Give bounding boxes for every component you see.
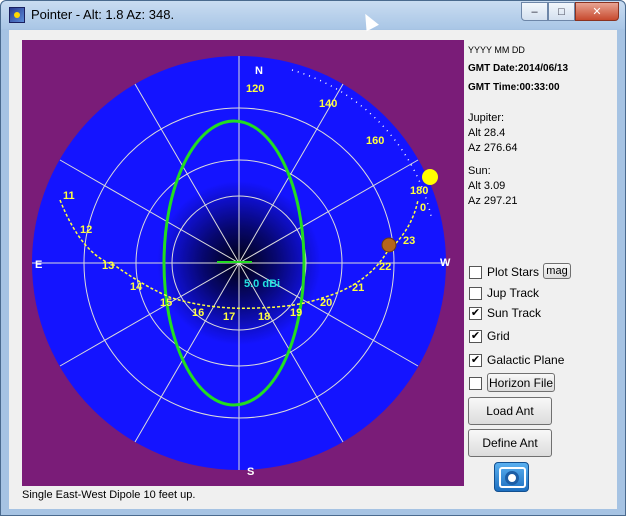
galactic-plane-checkbox[interactable]: ✔ Galactic Plane xyxy=(469,353,564,367)
horizon-file-checkbox[interactable] xyxy=(469,377,487,390)
jup-track-label: Jup Track xyxy=(487,286,540,300)
sun-track-check-icon[interactable]: ✔ xyxy=(469,306,482,320)
define-ant-button[interactable]: Define Ant xyxy=(468,429,552,457)
hour-label-16: 16 xyxy=(192,307,204,319)
sun-marker xyxy=(422,169,438,185)
jupiter-alt: Alt 28.4 xyxy=(468,127,506,139)
azimuth-label-140: 140 xyxy=(319,98,337,110)
azimuth-label-120: 120 xyxy=(246,83,264,95)
horizon-file-button[interactable]: Horizon File xyxy=(487,373,555,392)
grid-label: Grid xyxy=(487,329,510,343)
direction-west: W xyxy=(440,257,451,269)
sun-az: Az 297.21 xyxy=(468,195,518,207)
horizon-file-box[interactable] xyxy=(469,377,482,390)
direction-north: N xyxy=(255,65,263,77)
hour-label-18: 18 xyxy=(258,311,270,323)
grid-checkbox[interactable]: ✔ Grid xyxy=(469,329,510,343)
plot-stars-label: Plot Stars xyxy=(487,265,540,279)
hour-label-13: 13 xyxy=(102,260,114,272)
plot-stars-checkbox[interactable]: Plot Stars xyxy=(469,265,539,279)
jup-track-checkbox[interactable]: Jup Track xyxy=(469,286,539,300)
hour-label-17: 17 xyxy=(223,311,235,323)
app-window: Pointer - Alt: 1.8 Az: 348. – □ ✕ N S E … xyxy=(0,0,626,516)
gain-readout: 5.0 dBi xyxy=(244,278,280,290)
hour-label-22: 22 xyxy=(379,261,391,273)
sun-label: Sun: xyxy=(468,165,491,177)
jupiter-label: Jupiter: xyxy=(468,112,505,124)
azimuth-label-180: 180 xyxy=(410,185,428,197)
sun-track-checkbox[interactable]: ✔ Sun Track xyxy=(469,306,541,320)
galactic-plane-label: Galactic Plane xyxy=(487,353,565,367)
close-button[interactable]: ✕ xyxy=(575,2,619,21)
maximize-button[interactable]: □ xyxy=(548,2,575,21)
camera-icon[interactable] xyxy=(494,462,529,492)
hour-label-15: 15 xyxy=(160,297,172,309)
hour-label-11: 11 xyxy=(63,190,75,202)
client-area: N S E W 120 140 160 180 0 11 12 13 14 15… xyxy=(9,30,617,509)
azimuth-label-0: 0 xyxy=(420,202,426,214)
load-ant-button[interactable]: Load Ant xyxy=(468,397,552,425)
sun-alt: Alt 3.09 xyxy=(468,180,506,192)
plot-stars-box[interactable] xyxy=(469,265,482,279)
azimuth-label-160: 160 xyxy=(366,135,384,147)
sun-track-label: Sun Track xyxy=(487,306,542,320)
jupiter-az: Az 276.64 xyxy=(468,142,518,154)
hour-label-12: 12 xyxy=(80,224,92,236)
window-title: Pointer - Alt: 1.8 Az: 348. xyxy=(31,7,175,22)
jupiter-marker xyxy=(381,237,397,253)
date-format-label: YYYY MM DD xyxy=(468,45,525,55)
gmt-date: GMT Date:2014/06/13 xyxy=(468,63,569,74)
hour-label-19: 19 xyxy=(290,307,302,319)
grid-check-icon[interactable]: ✔ xyxy=(469,329,482,343)
direction-east: E xyxy=(35,259,42,271)
sky-plot[interactable]: N S E W 120 140 160 180 0 11 12 13 14 15… xyxy=(22,40,464,486)
app-icon xyxy=(9,7,25,23)
hour-label-21: 21 xyxy=(352,282,364,294)
galactic-plane-check-icon[interactable]: ✔ xyxy=(469,353,482,367)
gmt-time: GMT Time:00:33:00 xyxy=(468,82,560,93)
jup-track-box[interactable] xyxy=(469,286,482,300)
direction-south: S xyxy=(247,466,254,478)
hour-label-23: 23 xyxy=(403,235,415,247)
status-text: Single East-West Dipole 10 feet up. xyxy=(22,489,196,501)
hour-label-20: 20 xyxy=(320,297,332,309)
hour-label-14: 14 xyxy=(130,281,143,293)
mag-button[interactable]: mag xyxy=(543,263,571,279)
title-bar[interactable]: Pointer - Alt: 1.8 Az: 348. – □ ✕ xyxy=(1,1,625,29)
minimize-button[interactable]: – xyxy=(521,2,548,21)
